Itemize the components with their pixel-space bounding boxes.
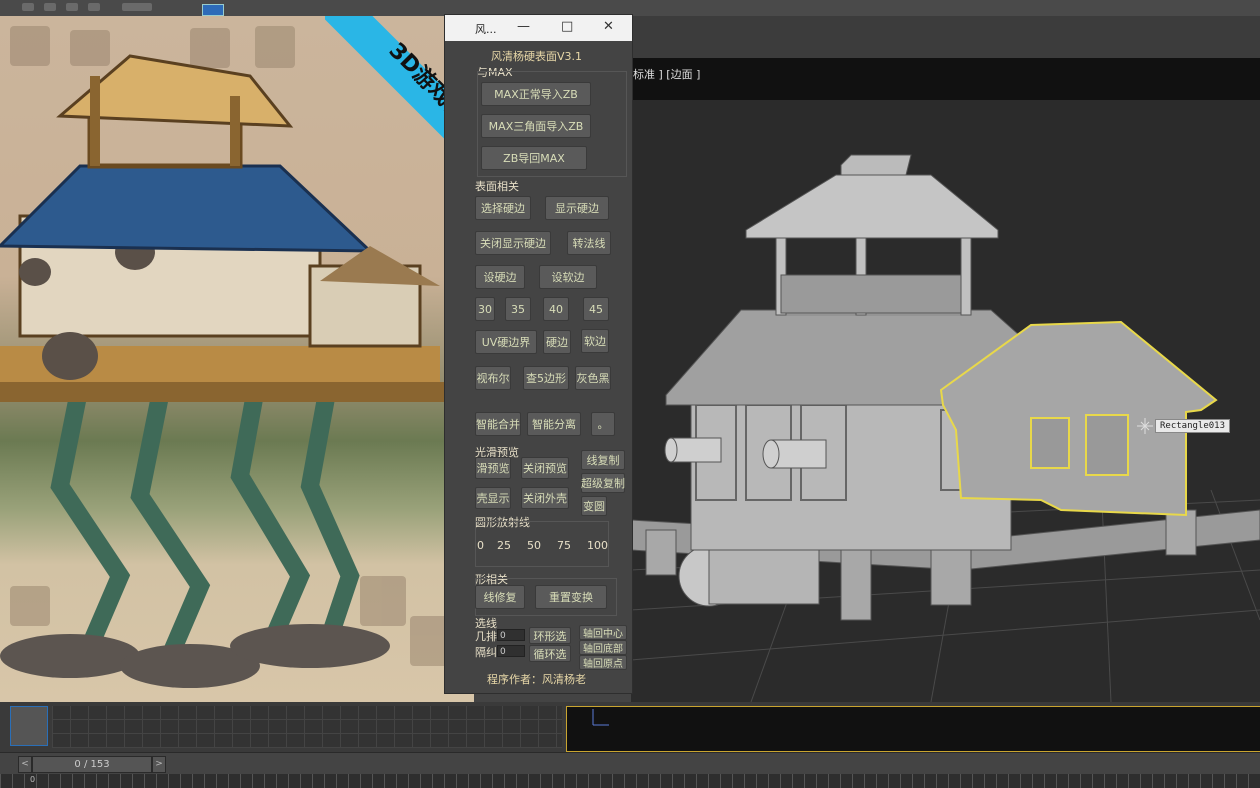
ray-0[interactable]: 0 [477,539,484,552]
viewport-top-bar [631,16,1260,58]
max-tri-import-button[interactable]: MAX三角面导入ZB [481,114,591,138]
viewport-label[interactable]: 标准 ] [边面 ] [633,66,700,82]
timeline-bar: < 0 / 153 > [0,752,1260,775]
timeline-ruler[interactable]: 0 [0,774,1260,788]
close-icon[interactable]: ✕ [603,19,614,34]
hard-button[interactable]: 硬边 [543,330,571,354]
tool-icon[interactable] [122,3,152,11]
object-name-tooltip: Rectangle013 [1155,419,1231,433]
show-hard-edge-button[interactable]: 显示硬边 [545,196,609,220]
pivot-bottom-button[interactable]: 轴回底部 [579,640,627,655]
zb-back-button[interactable]: ZB导回MAX [481,146,587,170]
loop-select-button[interactable]: 循环选 [529,645,571,662]
reset-transform-button[interactable]: 重置变换 [535,585,607,609]
pivot-center-button[interactable]: 轴回中心 [579,625,627,640]
maximize-icon[interactable]: □ [561,19,573,34]
ray-100[interactable]: 100 [587,539,608,552]
dialog-titlebar[interactable]: 风... — □ ✕ [445,15,632,41]
max-import-button[interactable]: MAX正常导入ZB [481,82,591,106]
minimize-icon[interactable]: — [517,19,530,34]
set-soft-edge-button[interactable]: 设软边 [539,265,597,289]
tool-icon[interactable] [22,3,34,11]
angle-30-button[interactable]: 30 [475,297,495,321]
tool-icon[interactable] [88,3,100,11]
shell-show-button[interactable]: 壳显示 [475,487,511,509]
house-model [631,154,1260,702]
concept-art-image: 3D游戏模型设 [0,16,474,702]
smooth-preview-button[interactable]: 滑预览 [475,457,511,479]
angle-40-button[interactable]: 40 [543,297,569,321]
select-icon[interactable] [202,4,224,16]
soft-button[interactable]: 软边 [581,329,609,353]
ray-75[interactable]: 75 [557,539,571,552]
frame-slider[interactable]: 0 / 153 [32,756,152,773]
prev-frame-button[interactable]: < [18,756,32,773]
dialog-title: 风... [475,23,497,36]
section-surface: 表面相关 [475,180,519,193]
close-shell-button[interactable]: 关闭外壳 [521,487,569,509]
smart-split-button[interactable]: 智能分离 [527,412,581,436]
close-preview-button[interactable]: 关闭预览 [521,457,569,479]
select-hard-edge-button[interactable]: 选择硬边 [475,196,531,220]
convert-normal-button[interactable]: 转法线 [567,231,611,255]
hard-surface-script-dialog: 风... — □ ✕ 风清杨硬表面V3.1 与MAX MAX正常导入ZB MAX… [444,14,633,694]
check-ngon-button[interactable]: 查5边形 [523,366,569,390]
circle-button[interactable]: 变圆 [581,496,607,516]
tool-icon[interactable] [66,3,78,11]
ruler-start-label: 0 [30,775,36,784]
viewport-label-bar: 标准 ] [边面 ] [631,58,1260,101]
next-frame-button[interactable]: > [152,756,166,773]
pivot-origin-button[interactable]: 轴回原点 [579,655,627,670]
viewport-thumbnail[interactable] [10,706,48,746]
angle-45-button[interactable]: 45 [583,297,609,321]
line-fix-button[interactable]: 线修复 [475,585,525,609]
smart-merge-button[interactable]: 智能合并 [475,412,521,436]
dialog-heading: 风清杨硬表面V3.1 [491,50,583,63]
gray-black-button[interactable]: 灰色黑 [575,366,611,390]
label-rows: 几排 [475,630,497,643]
mini-grid-viewport[interactable] [52,706,562,748]
rows-spinner[interactable]: 0 [497,629,525,641]
perspective-viewport[interactable]: Rectangle013 [631,100,1260,702]
dot-button[interactable]: 。 [591,412,615,436]
ray-50[interactable]: 50 [527,539,541,552]
author-label: 程序作者：风清杨老 [487,673,586,686]
axis-gizmo-icon [592,709,609,726]
uv-hard-edge-button[interactable]: UV硬边界 [475,330,537,354]
label-gap: 隔纠 [475,646,497,659]
ray-25[interactable]: 25 [497,539,511,552]
close-show-hard-edge-button[interactable]: 关闭显示硬边 [475,231,551,255]
super-copy-button[interactable]: 超级复制 [581,473,625,493]
tool-icon[interactable] [44,3,56,11]
ring-select-button[interactable]: 环形选 [529,627,571,644]
set-hard-edge-button[interactable]: 设硬边 [475,265,525,289]
line-copy-button[interactable]: 线复制 [581,450,625,470]
mini-viewport[interactable] [566,706,1260,752]
angle-35-button[interactable]: 35 [505,297,531,321]
gap-spinner[interactable]: 0 [497,645,525,657]
view-boolean-button[interactable]: 视布尔 [475,366,511,390]
